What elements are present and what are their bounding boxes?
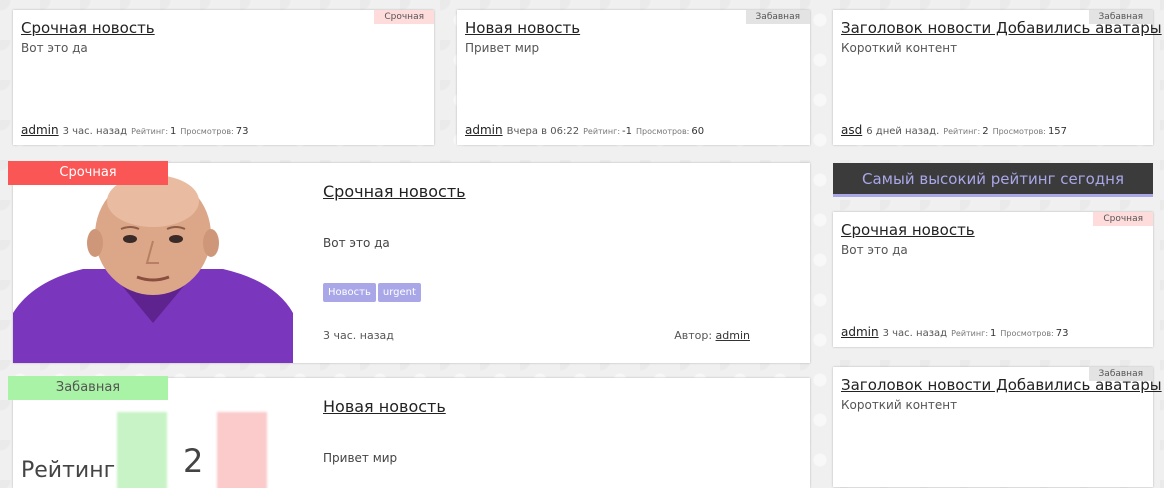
views-value: 73 (235, 126, 249, 137)
news-card: Забавная Новая новость Привет мир admin В… (457, 10, 810, 145)
news-meta: admin Вчера в 06:22 Рейтинг: -1 Просмотров: 6… (465, 123, 704, 137)
image-number: 2 (183, 442, 204, 480)
tag-list: Новость urgent (323, 280, 423, 302)
rating-value: -1 (622, 126, 632, 137)
feed-content: Вот это да (323, 236, 390, 250)
author-link[interactable]: admin (21, 123, 59, 137)
category-badge: Забавная (8, 376, 168, 400)
news-title-link[interactable]: Заголовок новости Добавились аватары (841, 19, 1162, 37)
author-link[interactable]: admin (716, 329, 750, 342)
rating-red-block (217, 412, 267, 488)
news-time: 6 дней назад. (866, 126, 940, 137)
image-caption: Рейтинг (21, 458, 116, 483)
news-content: Короткий контент (841, 41, 958, 55)
news-content: Короткий контент (841, 398, 958, 412)
rating-green-block (117, 412, 167, 488)
sidebar-card: Забавная Заголовок новости Добавились ав… (833, 367, 1162, 487)
rating-label: Рейтинг: (583, 127, 621, 136)
rating-value: 1 (170, 126, 177, 137)
views-value: 73 (1055, 328, 1069, 339)
rating-label: Рейтинг: (131, 127, 169, 136)
news-card: Срочная Срочная новость Вот это да admin… (13, 10, 434, 145)
tag-chip[interactable]: urgent (377, 283, 421, 302)
views-label: Просмотров: (180, 127, 234, 136)
feed-title-link[interactable]: Новая новость (323, 397, 446, 416)
sidebar-card: Срочная Срочная новость Вот это да admin… (833, 212, 1153, 347)
category-badge: Срочная (1093, 212, 1153, 226)
feed-card: Срочная новость Вот это да Новость urgent… (13, 163, 810, 363)
news-content: Вот это да (21, 41, 88, 55)
news-title-link[interactable]: Срочная новость (841, 221, 975, 239)
feed-content: Привет мир (323, 451, 398, 465)
rating-value: 1 (990, 328, 997, 339)
author-link[interactable]: admin (841, 325, 879, 339)
views-label: Просмотров: (1000, 329, 1054, 338)
category-badge: Срочная (8, 161, 168, 185)
rating-label: Рейтинг: (943, 127, 981, 136)
feed-time: 3 час. назад (323, 329, 394, 342)
feed-title-link[interactable]: Срочная новость (323, 182, 466, 201)
news-image[interactable] (13, 163, 293, 363)
news-content: Привет мир (465, 41, 540, 55)
news-time: 3 час. назад (62, 126, 128, 137)
rating-value: 2 (982, 126, 989, 137)
news-meta: asd 6 дней назад. Рейтинг: 2 Просмотров: 157 (841, 123, 1067, 137)
news-time: Вчера в 06:22 (506, 126, 580, 137)
sidebar-heading-text: Самый высокий рейтинг сегодня (862, 170, 1124, 188)
news-meta: admin 3 час. назад Рейтинг: 1 Просмотров: 73 (21, 123, 248, 137)
views-value: 60 (691, 126, 705, 137)
news-time: 3 час. назад (882, 328, 948, 339)
news-title-link[interactable]: Новая новость (465, 19, 580, 37)
category-badge: Срочная (374, 10, 434, 24)
rating-label: Рейтинг: (951, 329, 989, 338)
news-title-link[interactable]: Срочная новость (21, 19, 155, 37)
sidebar-heading: Самый высокий рейтинг сегодня (833, 163, 1153, 197)
views-label: Просмотров: (636, 127, 690, 136)
views-label: Просмотров: (992, 127, 1046, 136)
tag-chip[interactable]: Новость (323, 283, 376, 302)
author-link[interactable]: asd (841, 123, 862, 137)
feed-author: Автор: admin (674, 329, 750, 342)
news-title-link[interactable]: Заголовок новости Добавились аватары (841, 376, 1162, 394)
views-value: 157 (1047, 126, 1068, 137)
news-meta: admin 3 час. назад Рейтинг: 1 Просмотров: 73 (841, 325, 1068, 339)
category-badge: Забавная (745, 10, 810, 24)
author-link[interactable]: admin (465, 123, 503, 137)
author-label: Автор: (674, 329, 713, 342)
news-content: Вот это да (841, 243, 908, 257)
news-card: Забавная Заголовок новости Добавились ав… (833, 10, 1162, 145)
